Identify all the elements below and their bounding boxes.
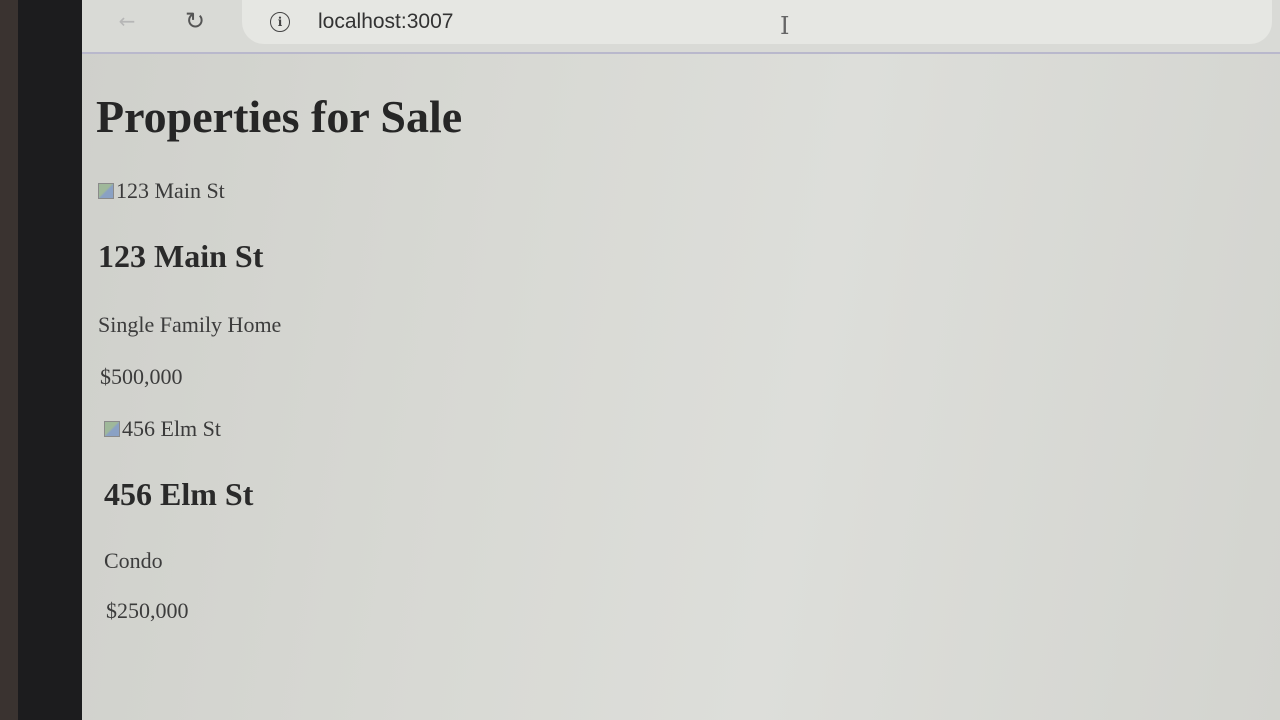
text-cursor-icon: I (780, 12, 790, 40)
address-bar[interactable]: i localhost:3007 I (242, 0, 1272, 44)
info-icon[interactable]: i (270, 12, 290, 32)
property-price: $250,000 (106, 598, 189, 623)
property-image-alt: 456 Elm St (122, 416, 222, 441)
property-type: Condo (104, 548, 163, 573)
broken-image-icon (98, 183, 114, 199)
back-button[interactable]: ← (112, 6, 142, 36)
property-address: 456 Elm St (104, 476, 254, 512)
property-address: 123 Main St (98, 238, 264, 274)
property-type: Single Family Home (98, 312, 282, 337)
reload-icon: ↻ (184, 7, 206, 35)
browser-window: ← ↻ i localhost:3007 I Properties for Sa… (82, 0, 1280, 720)
monitor-bezel (18, 0, 88, 720)
property-price: $500,000 (100, 364, 183, 389)
page-title: Properties for Sale (96, 91, 463, 142)
browser-toolbar: ← ↻ i localhost:3007 I (82, 0, 1280, 54)
arrow-left-icon: ← (118, 9, 136, 33)
broken-image-icon (104, 421, 120, 437)
info-icon-glyph: i (277, 15, 283, 29)
property-image: 456 Elm St (104, 416, 221, 442)
url-text[interactable]: localhost:3007 (318, 10, 453, 34)
property-image: 123 Main St (98, 178, 225, 204)
reload-button[interactable]: ↻ (180, 6, 210, 36)
property-image-alt: 123 Main St (116, 178, 225, 203)
